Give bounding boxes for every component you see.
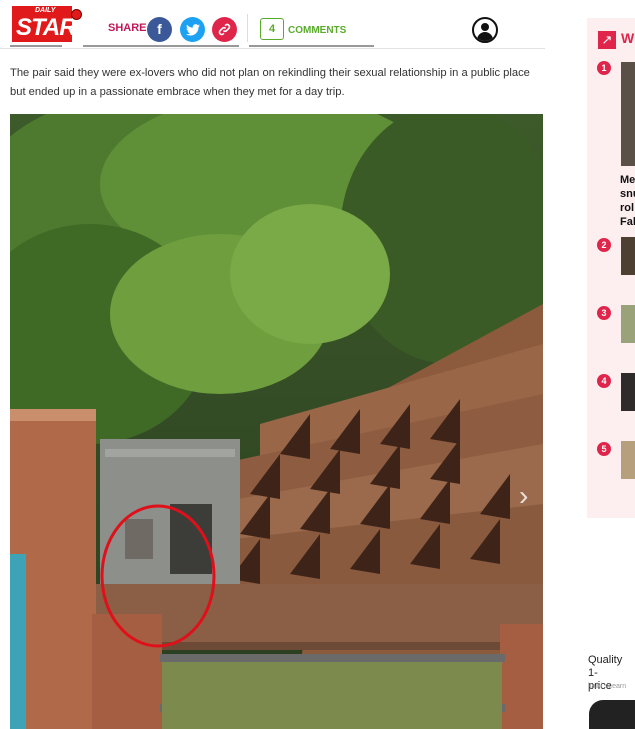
- share-label: SHARE: [108, 22, 147, 34]
- logo-daily-text: DAILY: [35, 7, 56, 14]
- copy-link-button[interactable]: [212, 17, 237, 42]
- twitter-share-button[interactable]: [180, 17, 205, 42]
- link-icon: [218, 23, 231, 36]
- rank-badge-4: 4: [597, 374, 611, 388]
- article-column: DAILY STAR SHARE f 4 COMMENTS The pair s…: [0, 0, 545, 729]
- twitter-icon: [185, 24, 200, 36]
- trending-headline-line-4[interactable]: Fal: [620, 215, 635, 229]
- trending-thumbnail-1[interactable]: [621, 62, 635, 166]
- clipped-text-line: [10, 44, 530, 50]
- trending-headline-line-3[interactable]: rol: [620, 201, 634, 215]
- trending-title: W: [621, 30, 635, 46]
- site-header: DAILY STAR SHARE f 4 COMMENTS: [0, 0, 545, 49]
- comment-count-badge[interactable]: 4: [260, 18, 284, 40]
- user-icon-head: [481, 23, 489, 31]
- facebook-icon: f: [157, 21, 162, 37]
- ad-title-line-1: Quality 1-: [588, 654, 623, 679]
- photo-scene: [10, 114, 543, 729]
- trending-thumbnail-4[interactable]: [621, 373, 635, 411]
- user-icon[interactable]: [472, 17, 498, 43]
- trending-headline-line-2[interactable]: snu: [620, 187, 635, 201]
- trending-thumbnail-5[interactable]: [621, 441, 635, 479]
- rank-badge-5: 5: [597, 442, 611, 456]
- poppy-icon: [71, 9, 82, 20]
- rank-badge-3: 3: [597, 306, 611, 320]
- article-paragraph: The pair said they were ex-lovers who di…: [10, 67, 530, 98]
- daily-star-logo[interactable]: DAILY STAR: [12, 6, 77, 42]
- article-photo[interactable]: ›: [10, 114, 543, 729]
- rank-badge-1: 1: [597, 61, 611, 75]
- ad-source: italki - Learn: [588, 683, 627, 690]
- trending-thumbnail-3[interactable]: [621, 305, 635, 343]
- header-divider: [247, 14, 248, 42]
- trending-headline-line-1[interactable]: Me: [620, 173, 635, 187]
- ad-image[interactable]: [589, 700, 635, 729]
- user-icon-body: [477, 32, 493, 41]
- comments-link[interactable]: COMMENTS: [288, 25, 346, 36]
- logo-star-text: STAR: [16, 14, 77, 41]
- next-slide-chevron-right-icon[interactable]: ›: [519, 480, 528, 512]
- trending-icon: ↗: [598, 31, 616, 49]
- facebook-share-button[interactable]: f: [147, 17, 172, 42]
- rank-badge-2: 2: [597, 238, 611, 252]
- trending-thumbnail-2[interactable]: [621, 237, 635, 275]
